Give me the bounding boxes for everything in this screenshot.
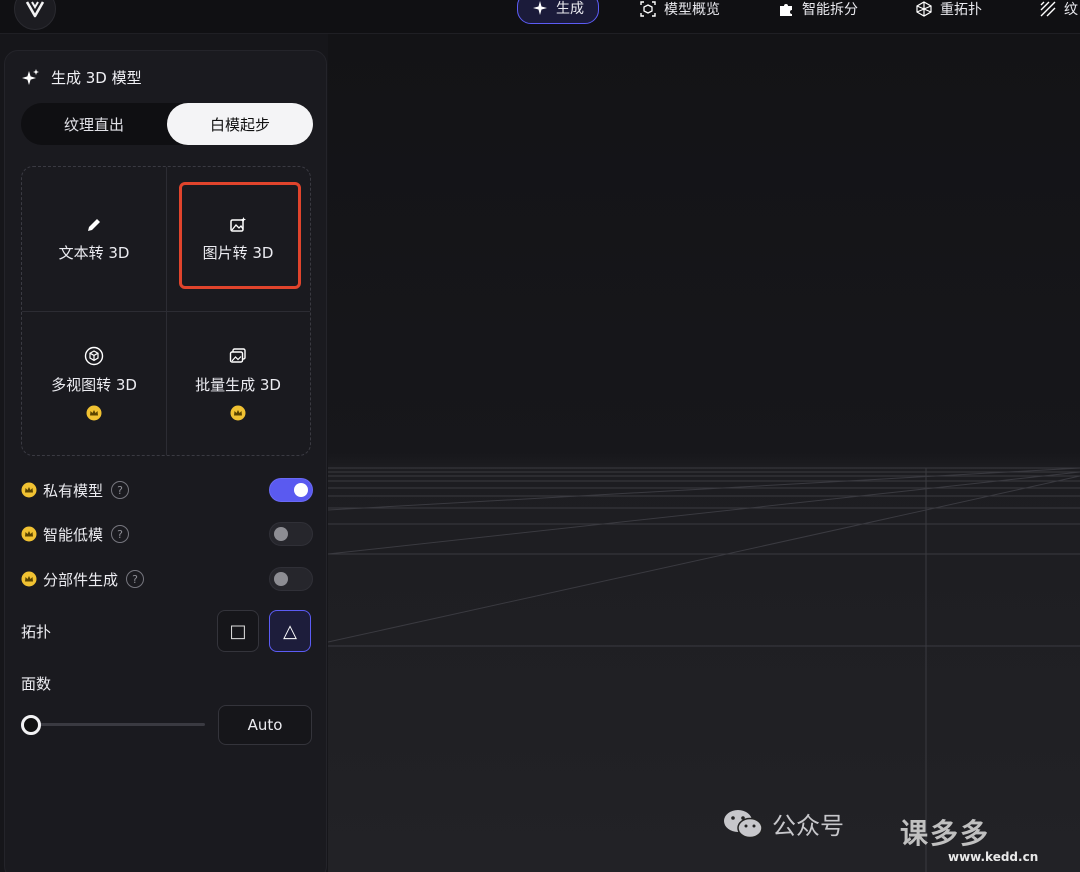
input-mode-grid: 文本转 3D 图片转 3D 多视图转 3D 批量生成 3D xyxy=(21,166,311,456)
option-label: 私有模型 xyxy=(43,481,104,500)
mode-text-to-3d[interactable]: 文本转 3D xyxy=(22,167,166,311)
ground-grid xyxy=(328,467,1080,872)
mode-label: 多视图转 3D xyxy=(51,375,137,394)
logo-icon xyxy=(25,1,45,18)
watermark-brand: 课多多 xyxy=(900,817,991,850)
watermark-site: www.kedd.cn xyxy=(948,850,1039,864)
nav-smart-split[interactable]: 智能拆分 xyxy=(778,0,858,24)
nav-texture-label: 纹 xyxy=(1064,2,1078,18)
pencil-icon xyxy=(88,218,100,231)
topology-triangle-button[interactable]: △ xyxy=(269,610,311,652)
app-logo[interactable] xyxy=(14,0,56,30)
help-icon[interactable]: ? xyxy=(111,481,130,499)
sparkle-icon xyxy=(22,68,39,85)
segment-white-model[interactable]: 白模起步 xyxy=(167,103,313,145)
topology-label: 拓扑 xyxy=(21,623,52,641)
nav-texture[interactable]: 纹 xyxy=(1040,0,1078,24)
help-icon[interactable]: ? xyxy=(111,525,130,543)
annotation-highlight-box xyxy=(179,182,301,289)
private-model-toggle[interactable] xyxy=(269,478,313,502)
puzzle-icon xyxy=(780,4,792,16)
nav-retopology-label: 重拓扑 xyxy=(940,2,982,18)
toggle-knob xyxy=(274,527,288,541)
smart-lowpoly-toggle[interactable] xyxy=(269,522,313,546)
watermark: 公众号 xyxy=(722,806,844,841)
wechat-icon xyxy=(724,809,763,838)
option-private-model: 私有模型 ? xyxy=(21,477,313,503)
option-label: 分部件生成 xyxy=(43,570,119,589)
nav-model-overview[interactable]: 模型概览 xyxy=(640,0,720,24)
premium-crown-icon xyxy=(230,405,246,420)
toggle-knob xyxy=(294,483,308,497)
face-count-label: 面数 xyxy=(21,675,52,693)
toggle-knob xyxy=(274,572,288,586)
topology-quad-button[interactable]: □ xyxy=(217,610,259,652)
3d-viewport[interactable] xyxy=(328,34,1080,872)
premium-crown-icon xyxy=(21,571,37,587)
nav-model-overview-label: 模型概览 xyxy=(664,2,720,18)
face-count-slider-track[interactable] xyxy=(31,723,205,726)
mode-batch-generate-3d[interactable]: 批量生成 3D xyxy=(166,311,310,455)
option-smart-lowpoly: 智能低模 ? xyxy=(21,521,313,547)
mesh-icon xyxy=(916,1,932,17)
mode-label: 文本转 3D xyxy=(58,243,130,262)
face-count-slider-handle[interactable] xyxy=(21,715,41,735)
panel-title: 生成 3D 模型 xyxy=(21,67,142,88)
sparkle-icon xyxy=(533,1,547,15)
cube-frame-icon xyxy=(640,1,656,17)
premium-crown-icon xyxy=(86,405,102,420)
face-count-auto-button[interactable]: Auto xyxy=(218,705,312,745)
top-navigation: 生成 模型概览 智能拆分 重拓扑 纹 xyxy=(0,0,1080,34)
premium-crown-icon xyxy=(21,526,37,542)
nav-smart-split-label: 智能拆分 xyxy=(802,2,858,18)
part-generation-toggle[interactable] xyxy=(269,567,313,591)
help-icon[interactable]: ? xyxy=(126,570,145,588)
cube-icon xyxy=(84,346,104,365)
option-part-generation: 分部件生成 ? xyxy=(21,566,313,592)
generation-mode-switch: 纹理直出 白模起步 xyxy=(21,103,313,145)
mode-multiview-to-3d[interactable]: 多视图转 3D xyxy=(22,311,166,455)
segment-texture-direct[interactable]: 纹理直出 xyxy=(21,103,167,145)
nav-retopology[interactable]: 重拓扑 xyxy=(916,0,982,24)
nav-generate-label: 生成 xyxy=(556,1,584,17)
option-label: 智能低模 xyxy=(43,525,104,544)
mode-label: 批量生成 3D xyxy=(195,375,281,394)
images-stack-icon xyxy=(229,347,246,363)
nav-generate[interactable]: 生成 xyxy=(517,0,599,24)
watermark-text: 公众号 xyxy=(772,812,844,840)
generate-panel: 生成 3D 模型 纹理直出 白模起步 文本转 3D 图片转 3D 多视图转 3D… xyxy=(4,50,327,872)
premium-crown-icon xyxy=(21,482,37,498)
panel-title-text: 生成 3D 模型 xyxy=(51,69,142,87)
texture-icon xyxy=(1040,1,1056,17)
